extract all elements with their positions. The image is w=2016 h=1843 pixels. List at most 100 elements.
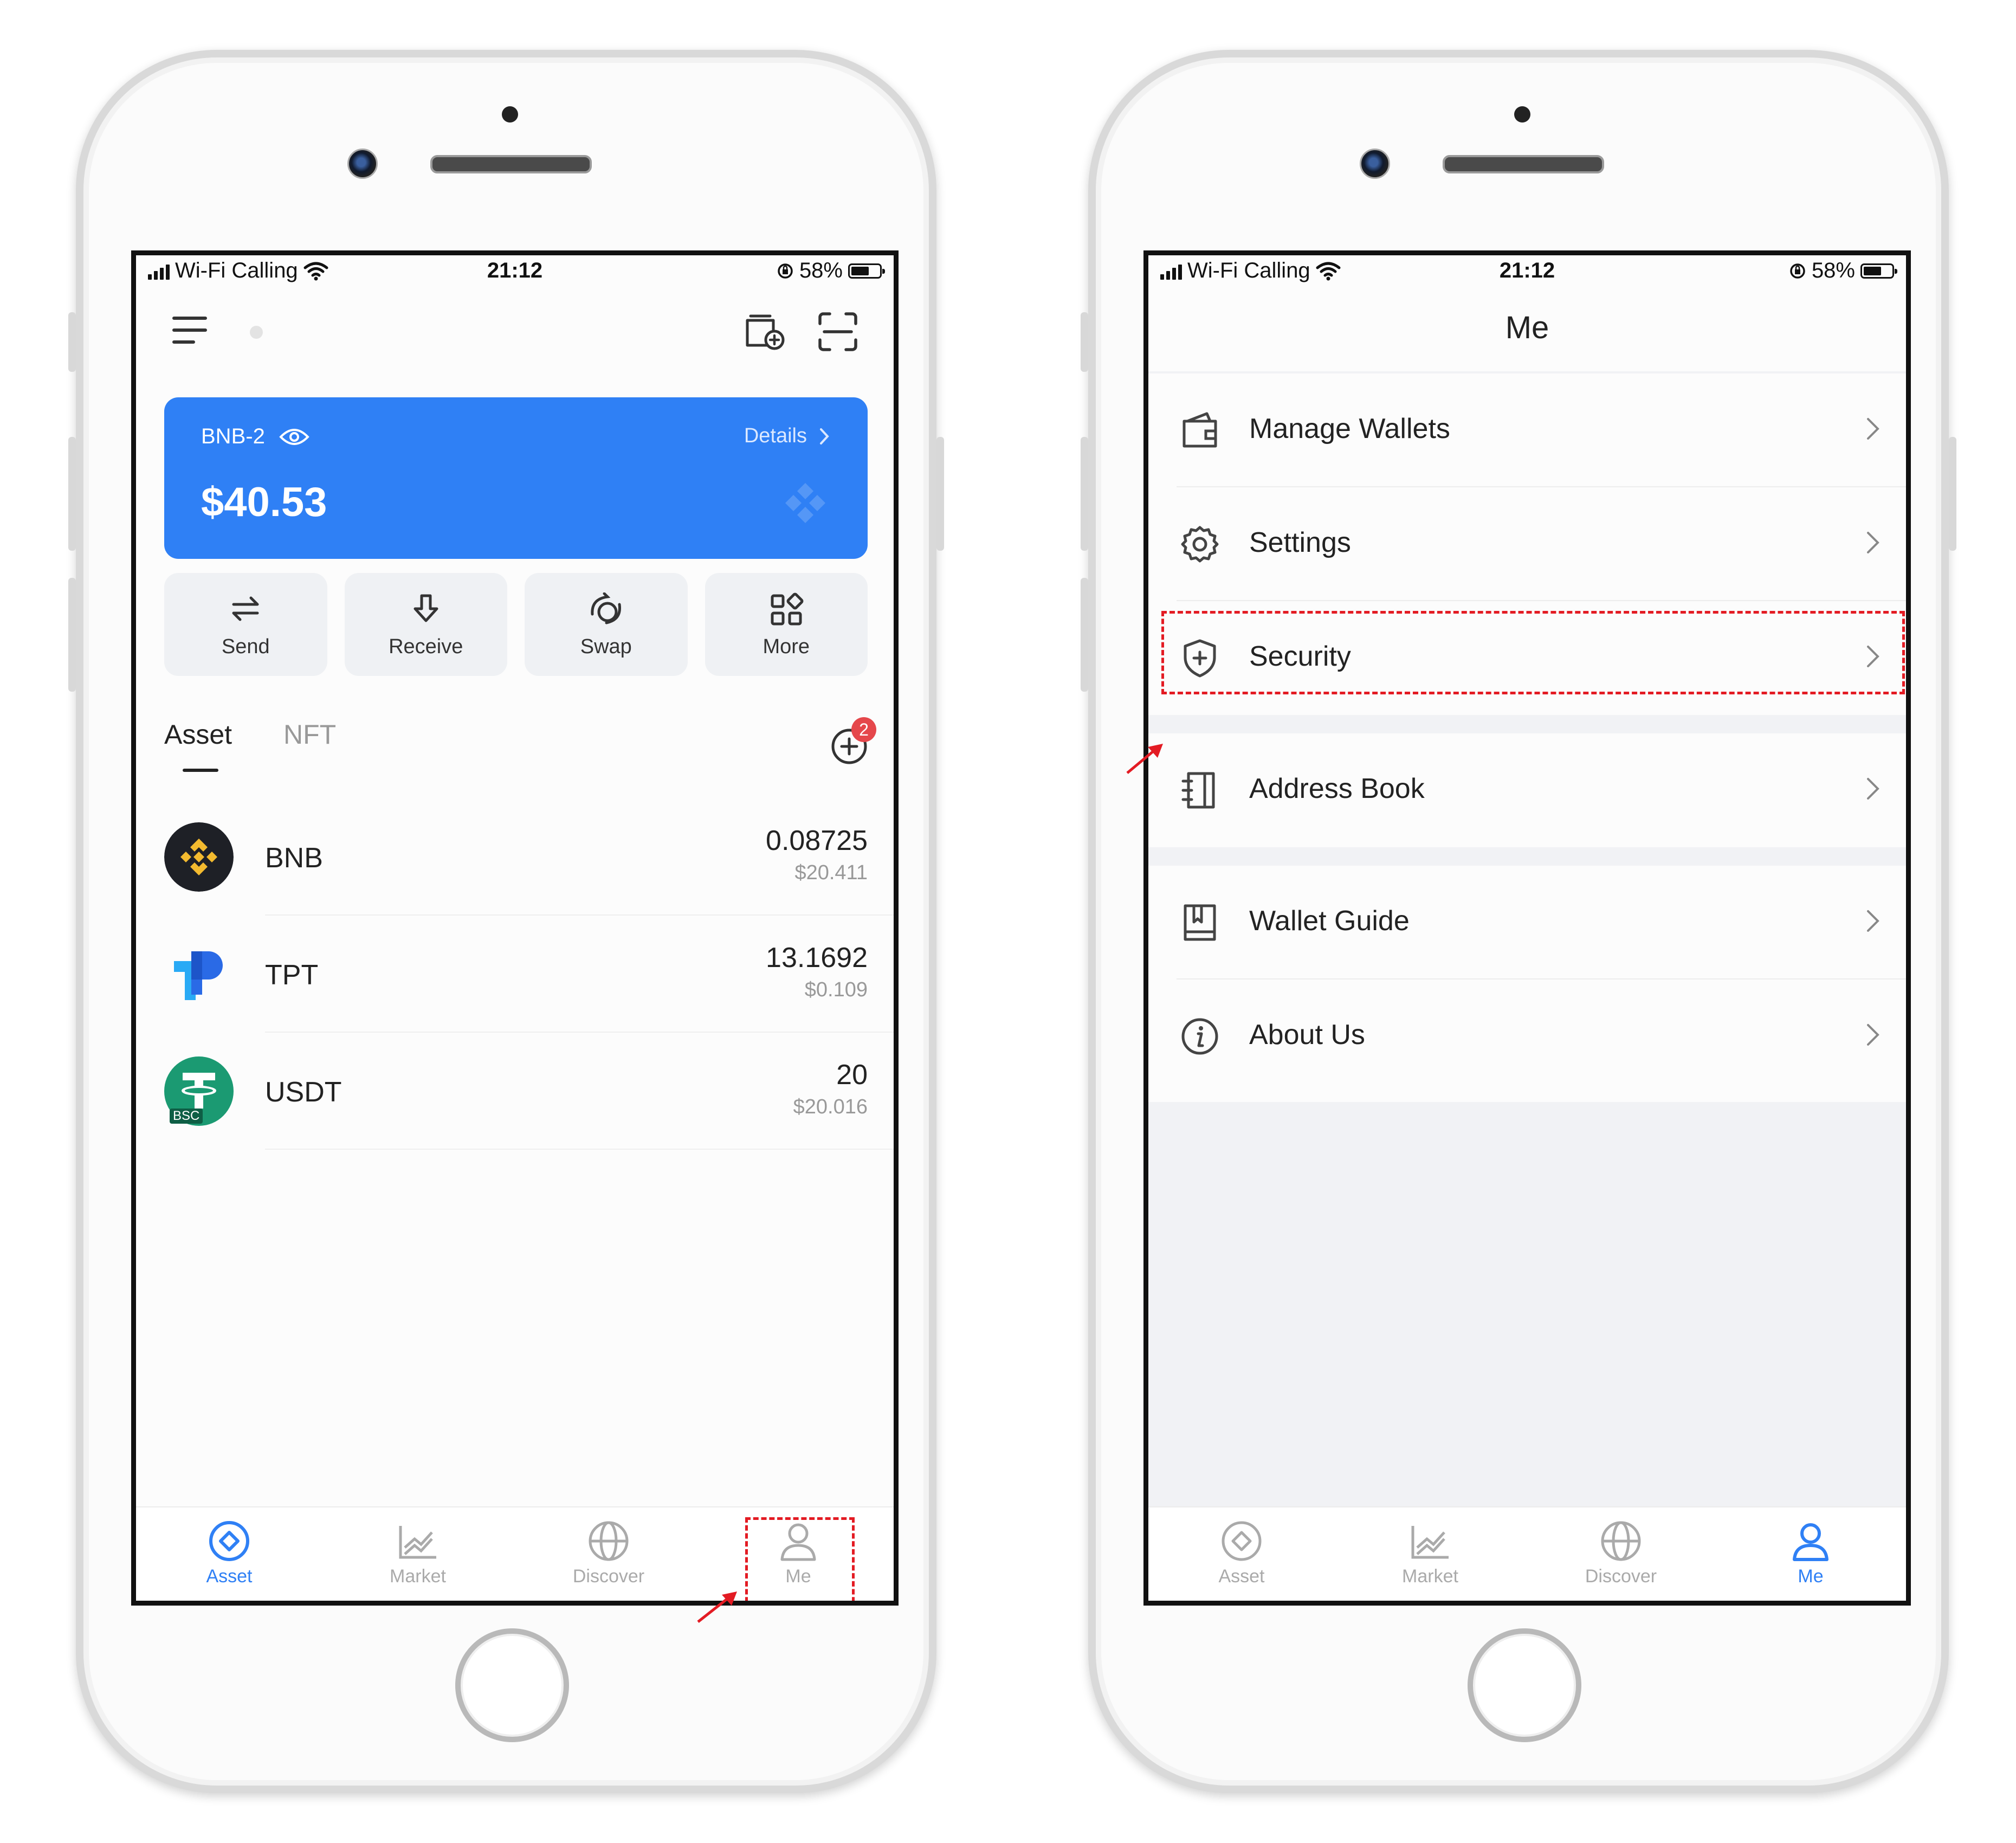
menu-label: Wallet Guide [1249,905,1410,937]
receive-icon [413,594,438,622]
wallet-card[interactable]: BNB-2 Details $40.53 [164,397,868,559]
phone-frame-left: Wi-Fi Calling 21:12 58% BNB-2 Details $4… [68,50,944,1793]
asset-usd-value: $20.016 [793,1096,868,1118]
menu-label: Address Book [1249,773,1425,804]
me-screen: Wi-Fi Calling 21:12 58% Me Manage Wallet… [1143,250,1911,1606]
tpt-logo [174,951,223,1000]
volume-down-button [68,578,76,692]
info-icon [1181,1018,1218,1055]
market-icon [399,1526,436,1559]
tab-label: Discover [572,1566,645,1587]
asset-row-bnb[interactable]: BNB 0.08725 $20.411 [164,798,894,916]
gear-icon [1181,526,1219,563]
highlight-security-row [1161,611,1905,694]
add-asset-button[interactable]: 2 [830,717,876,769]
pointer-arrow-icon [1126,744,1163,774]
asset-symbol: BNB [265,842,323,874]
add-wallet-icon[interactable] [743,310,786,353]
details-link[interactable]: Details [744,424,830,448]
power-button [1949,437,1956,551]
send-label: Send [221,635,270,658]
page-title: Me [1505,310,1549,345]
chevron-right-icon [1867,1024,1879,1046]
chevron-right-icon [820,428,829,444]
earpiece [1443,155,1604,173]
mute-switch [1081,312,1088,372]
menu-item-settings[interactable]: Settings [1148,487,1906,601]
proximity-sensor [502,106,518,123]
volume-down-button [1081,578,1088,692]
asset-usd-value: $0.109 [804,978,868,1001]
front-camera [1360,149,1390,179]
details-label: Details [744,424,807,447]
receive-button[interactable]: Receive [344,573,507,676]
send-button[interactable]: Send [164,573,327,676]
tab-discover-nav[interactable]: Discover [554,1518,663,1587]
menu-label: Manage Wallets [1249,413,1450,444]
receive-label: Receive [389,635,463,658]
menu-item-about-us[interactable]: About Us [1148,980,1906,1093]
tab-asset[interactable]: Asset [164,719,232,750]
tab-asset-nav[interactable]: Asset [1187,1518,1296,1587]
tab-label: Market [390,1566,446,1587]
tab-nft[interactable]: NFT [283,719,336,750]
tab-label: Asset [1218,1566,1265,1587]
more-button[interactable]: More [705,573,868,676]
swap-icon [591,592,622,624]
chevron-right-icon [1867,418,1879,440]
phone-frame-right: Wi-Fi Calling 21:12 58% Me Manage Wallet… [1081,50,1956,1793]
tab-label: Me [1798,1566,1824,1587]
asset-symbol: TPT [265,959,319,991]
swap-button[interactable]: Swap [525,573,688,676]
asset-amount: 13.1692 [766,942,868,974]
wallet-icon [1183,412,1217,448]
battery-percent: 58% [1811,259,1855,282]
power-button [936,437,944,551]
section-gap [1148,847,1906,866]
rotation-lock-icon [1790,263,1805,279]
notification-badge: 2 [851,717,876,742]
asset-icon [209,1521,249,1561]
globe-icon [589,1521,629,1561]
scan-icon[interactable] [818,312,858,352]
eye-icon[interactable] [279,427,309,447]
tab-discover-nav[interactable]: Discover [1567,1518,1675,1587]
chevron-right-icon [1867,778,1879,800]
chevron-right-icon [1867,532,1879,553]
wallet-name: BNB-2 [201,424,265,448]
bnb-logo [164,822,234,892]
tab-market-nav[interactable]: Market [364,1518,472,1587]
more-icon [771,592,804,626]
mute-switch [68,312,76,372]
hamburger-menu-icon[interactable] [172,315,210,345]
asset-row-usdt[interactable]: BSC USDT 20 $20.016 [164,1033,894,1150]
tab-underline [183,769,218,772]
tab-me-nav[interactable]: Me [1756,1518,1865,1587]
battery-percent: 58% [799,259,843,282]
tab-market-nav[interactable]: Market [1376,1518,1484,1587]
network-dot [250,326,263,339]
asset-icon [1222,1521,1262,1561]
battery-icon [848,263,885,279]
globe-icon [1601,1521,1641,1561]
asset-amount: 0.08725 [766,825,868,856]
asset-row-tpt[interactable]: TPT 13.1692 $0.109 [164,916,894,1033]
menu-item-address-book[interactable]: Address Book [1148,733,1906,847]
swap-label: Swap [580,635,632,658]
divider [265,1149,894,1150]
battery-icon [1860,263,1897,279]
volume-up-button [1081,437,1088,551]
home-button [1468,1628,1581,1742]
asset-usd-value: $20.411 [794,861,868,884]
send-icon [232,596,259,621]
earpiece [430,155,592,173]
guide-book-icon [1184,904,1216,941]
tab-asset-nav[interactable]: Asset [175,1518,283,1587]
tab-label: Market [1402,1566,1458,1587]
tab-label: Discover [1585,1566,1657,1587]
menu-item-manage-wallets[interactable]: Manage Wallets [1148,373,1906,487]
status-bar: Wi-Fi Calling 21:12 58% [1148,255,1906,282]
person-icon [1793,1523,1828,1561]
asset-amount: 20 [836,1059,868,1091]
menu-item-wallet-guide[interactable]: Wallet Guide [1148,866,1906,980]
